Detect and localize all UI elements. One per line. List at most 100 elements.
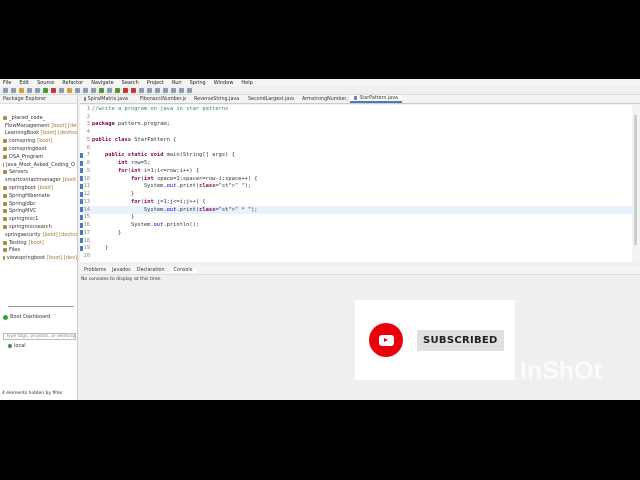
change-marker xyxy=(80,222,83,228)
panel-tab-problems[interactable]: Problems xyxy=(84,268,106,273)
project-tag: [boot] [devtools] xyxy=(41,130,77,137)
toolbar-button-icon[interactable] xyxy=(83,87,88,93)
project-item[interactable]: SpringHibernate xyxy=(3,192,77,200)
toolbar-button-icon[interactable] xyxy=(43,87,48,93)
toolbar-button-icon[interactable] xyxy=(107,87,112,93)
toolbar-button-icon[interactable] xyxy=(11,87,16,93)
menu-project[interactable]: Project xyxy=(147,80,164,86)
code-line: 9 for(int i=1;i<=row;i++) { xyxy=(80,167,632,175)
editor-tab[interactable]: StarPattern.java xyxy=(350,95,402,103)
toolbar-button-icon[interactable] xyxy=(67,87,72,93)
project-item[interactable]: Java_Most_Asked_Coding_Q xyxy=(3,161,77,169)
boot-dashboard-tab[interactable]: Boot Dashboard xyxy=(10,314,50,320)
toolbar-button-icon[interactable] xyxy=(139,87,144,93)
change-marker xyxy=(80,238,83,244)
project-item[interactable]: springmvcsearch xyxy=(3,223,77,231)
project-icon xyxy=(3,217,7,222)
toolbar-button-icon[interactable] xyxy=(59,87,64,93)
code-text: for(int space=1;space<=row-i;space++) { xyxy=(130,175,258,182)
line-number: 3 xyxy=(86,121,90,128)
editor-tab[interactable]: SpiralMatrix.java xyxy=(80,95,132,103)
toolbar-button-icon[interactable] xyxy=(115,87,120,93)
project-item[interactable]: comspringboot xyxy=(3,145,77,153)
code-editor[interactable]: 1//write a program on java in star patte… xyxy=(80,105,632,262)
filter-input[interactable]: Type tags, projects, or working set name… xyxy=(3,333,76,340)
editor-scrollbar[interactable] xyxy=(632,105,640,262)
toolbar-button-icon[interactable] xyxy=(179,87,184,93)
code-line: 18 xyxy=(80,237,632,245)
menu-search[interactable]: Search xyxy=(122,80,139,86)
project-icon xyxy=(3,115,7,120)
toolbar-button-icon[interactable] xyxy=(155,87,160,93)
toolbar-button-icon[interactable] xyxy=(3,87,8,93)
project-item[interactable]: Testing [boot] xyxy=(3,239,77,247)
project-item[interactable]: springsecurity[boot] [devtools] xyxy=(3,231,77,239)
project-item[interactable]: Files xyxy=(3,247,77,255)
menu-edit[interactable]: Edit xyxy=(19,80,29,86)
panel-tab-declaration[interactable]: Declaration xyxy=(137,268,165,273)
menu-refactor[interactable]: Refactor xyxy=(62,80,83,86)
toolbar-button-icon[interactable] xyxy=(75,87,80,93)
project-name: springsecurity xyxy=(5,231,41,238)
project-icon xyxy=(3,170,7,175)
code-line: 5 public class StarPattern { xyxy=(80,136,632,144)
toolbar-button-icon[interactable] xyxy=(147,87,152,93)
project-item[interactable]: FlowManagement[boot] [devtools] xyxy=(3,122,77,130)
project-item[interactable]: springboot [boot] xyxy=(3,184,77,192)
code-text: package pattern.program; xyxy=(92,121,170,128)
menu-window[interactable]: Window xyxy=(214,80,234,86)
toolbar-button-icon[interactable] xyxy=(99,87,104,93)
project-item[interactable]: SpringJdbc xyxy=(3,200,77,208)
tab-label: ArmstrongNumber.java xyxy=(302,96,348,102)
project-item[interactable]: _placed_code_ xyxy=(3,114,77,122)
menu-help[interactable]: Help xyxy=(241,80,252,86)
toolbar-button-icon[interactable] xyxy=(27,87,32,93)
code-line: 3 package pattern.program; xyxy=(80,121,632,129)
code-text: for(int i=1;i<=row;i++) { xyxy=(117,167,200,174)
project-item[interactable]: smartcontactmanager [boot] xyxy=(3,176,77,184)
toolbar-button-icon[interactable] xyxy=(131,87,136,93)
line-number: 5 xyxy=(86,136,90,143)
editor-tab[interactable]: FibonacciNumber.java xyxy=(134,95,186,103)
package-explorer: Package Explorer _placed_code_ FlowManage… xyxy=(0,95,78,400)
toolbar-button-icon[interactable] xyxy=(51,87,56,93)
panel-tab-javadoc[interactable]: Javadoc xyxy=(112,268,131,273)
panel-tab-console[interactable]: Console xyxy=(170,267,196,273)
toolbar-button-icon[interactable] xyxy=(19,87,24,93)
toolbar-button-icon[interactable] xyxy=(91,87,96,93)
menu-navigate[interactable]: Navigate xyxy=(91,80,113,86)
toolbar-button-icon[interactable] xyxy=(35,87,40,93)
project-icon xyxy=(3,248,7,253)
project-tag: [boot] xyxy=(28,239,44,246)
local-target[interactable]: local xyxy=(8,343,78,349)
menu-file[interactable]: File xyxy=(3,80,11,86)
menu-source[interactable]: Source xyxy=(37,80,54,86)
project-item[interactable]: SpringMVC xyxy=(3,208,77,216)
toolbar-button-icon[interactable] xyxy=(123,87,128,93)
package-explorer-tab[interactable]: Package Explorer xyxy=(0,95,77,104)
project-item[interactable]: springmvc1 xyxy=(3,215,77,223)
menu-run[interactable]: Run xyxy=(172,80,182,86)
project-name: Servers xyxy=(9,169,29,176)
project-item[interactable]: comspring [boot] xyxy=(3,137,77,145)
editor-tab[interactable]: ReverseString.java xyxy=(188,95,240,103)
project-item[interactable]: Servers xyxy=(3,169,77,177)
menu-spring[interactable]: Spring xyxy=(190,80,206,86)
toolbar-button-icon[interactable] xyxy=(187,87,192,93)
project-item[interactable]: viewspringboot [boot] [dev] xyxy=(3,254,77,262)
project-name: springmvcsearch xyxy=(9,224,52,231)
code-text: System.out.print(class="st">" " xyxy=(92,183,245,190)
project-item[interactable]: DSA_Program xyxy=(3,153,77,161)
toolbar-button-icon[interactable] xyxy=(171,87,176,93)
project-icon xyxy=(3,256,5,261)
code-line: 11 System.out.print(class="st">" "); xyxy=(80,183,632,191)
line-number: 20 xyxy=(83,253,91,260)
code-line: 12 } xyxy=(80,190,632,198)
project-icon xyxy=(3,154,7,159)
project-item[interactable]: LearningBook[boot] [devtools] xyxy=(3,130,77,138)
toolbar-button-icon[interactable] xyxy=(163,87,168,93)
editor-tab[interactable]: ArmstrongNumber.java xyxy=(296,95,348,103)
project-name: comspring xyxy=(9,138,36,145)
subscribed-button[interactable]: SUBSCRIBED xyxy=(417,329,504,351)
editor-tab[interactable]: SecondLargest.java xyxy=(242,95,294,103)
